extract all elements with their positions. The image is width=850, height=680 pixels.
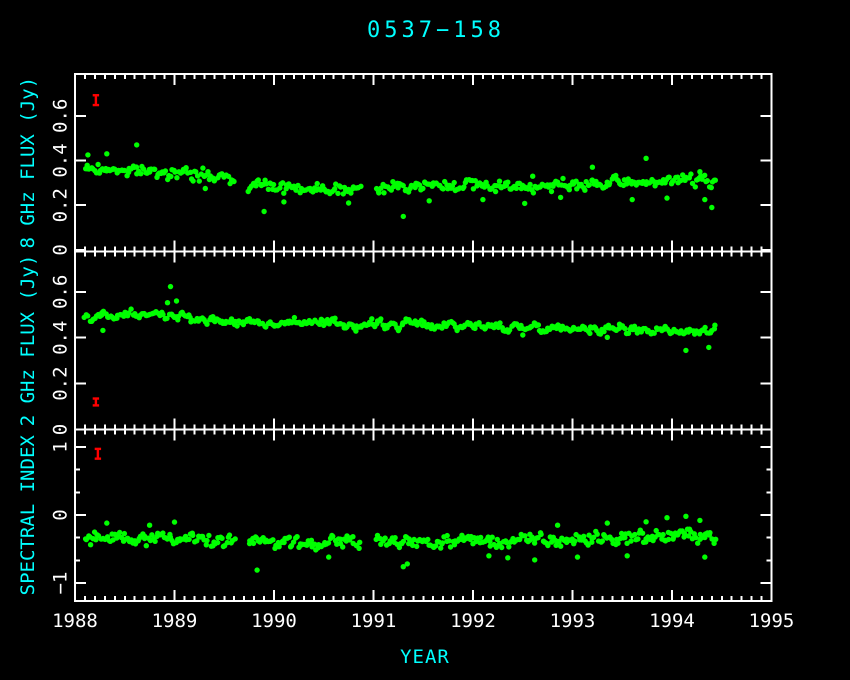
y-tick-label: 0: [50, 424, 72, 435]
y-tick-label: 0.6: [50, 275, 72, 309]
y-tick-label: −1: [50, 572, 72, 595]
panel-flux2: 0.6 0.4 0.2 0 2 GHz FLUX (Jy): [17, 252, 772, 436]
y-tick-label: 0: [50, 509, 72, 520]
y-axis-title-flux8: 8 GHz FLUX (Jy): [17, 77, 39, 249]
y-tick-label: 0.4: [50, 321, 72, 355]
x-tick-label: 1994: [649, 610, 695, 632]
x-tick-label: 1991: [351, 610, 397, 632]
y-axis-title-spectral: SPECTRAL INDEX: [17, 435, 39, 596]
x-axis-title: YEAR: [0, 646, 850, 668]
light-curve-figure: 0537−158 0.60.40.208 GHz FLUX (Jy)0.60.4…: [0, 0, 850, 680]
y-tick-label: 0.4: [50, 143, 72, 177]
y-tick-label: 0.2: [50, 366, 72, 400]
y-axis-title-flux2: 2 GHz FLUX (Jy): [17, 255, 39, 427]
y-tick-label: 0.2: [50, 188, 72, 222]
y-tick-label: 0.6: [50, 99, 72, 133]
y-tick-label: 0: [50, 244, 72, 255]
x-tick-label: 1989: [152, 610, 198, 632]
flux8-error-bar: [93, 95, 99, 105]
panel-flux8: 0.6 0.4 0.2 0 8 GHz FLUX (Jy): [17, 74, 772, 256]
plot-area: 0.6 0.4 0.2 0 8 GHz FLUX (Jy) 0.6 0.4 0.2 0 2 GHz…: [0, 0, 850, 680]
x-tick-label: 1995: [749, 610, 795, 632]
x-tick-label: 1993: [550, 610, 596, 632]
flux2-points: [82, 284, 718, 353]
x-tick-label: 1988: [52, 610, 98, 632]
x-tick-label: 1992: [450, 610, 496, 632]
flux2-ticks: [75, 252, 772, 430]
spectral-error-bar: [95, 449, 101, 459]
flux2-error-bar: [93, 399, 99, 406]
flux8-points: [83, 142, 718, 219]
panel-spectral: 1 0 −1 SPECTRAL INDEX: [17, 430, 772, 602]
flux8-ticks: [75, 74, 772, 252]
x-tick-label: 1990: [251, 610, 297, 632]
spectral-points: [83, 514, 719, 573]
x-tick-labels: 1988 1989 1990 1991 1992 1993 1994 1995: [52, 610, 794, 632]
y-tick-label: 1: [50, 441, 72, 452]
